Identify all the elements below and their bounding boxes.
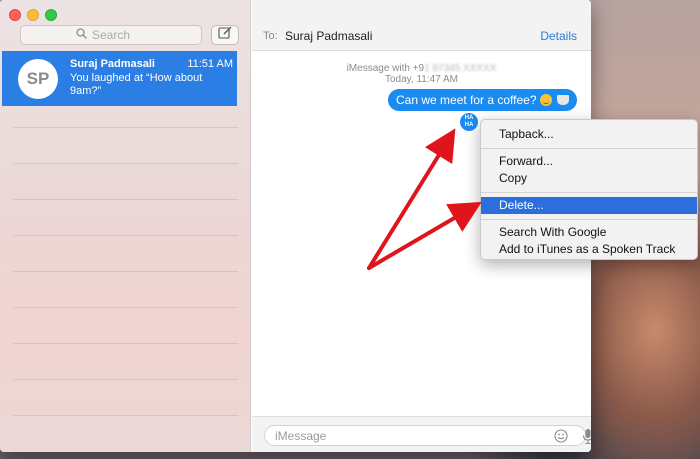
menu-item-add-itunes[interactable]: Add to iTunes as a Spoken Track — [481, 241, 697, 258]
composer-bar — [252, 416, 591, 452]
menu-separator — [481, 219, 697, 220]
menu-item-search-google[interactable]: Search With Google — [481, 224, 697, 241]
maximize-window-button[interactable] — [45, 9, 57, 21]
emoji-icon[interactable] — [554, 429, 568, 443]
search-input[interactable] — [92, 28, 146, 42]
message-timestamp: Today, 11:47 AM — [384, 74, 458, 85]
recipient-name[interactable]: Suraj Padmasali — [285, 29, 372, 43]
conversation-preview: You laughed at “How about 9am?” — [70, 72, 203, 97]
list-divider — [13, 271, 238, 272]
service-prefix: iMessage with +9 — [346, 63, 425, 74]
coffee-cup-icon — [556, 95, 569, 105]
conversation-item[interactable]: SP Suraj Padmasali 11:51 AM You laughed … — [2, 51, 237, 106]
tapback-line: HA — [464, 115, 474, 121]
grinning-face-icon — [539, 94, 552, 106]
conversation-name: Suraj Padmasali — [70, 58, 155, 70]
message-input[interactable] — [275, 428, 525, 444]
list-divider — [13, 343, 238, 344]
tapback-haha-badge[interactable]: HA HA — [458, 111, 480, 133]
menu-item-forward[interactable]: Forward... — [481, 153, 697, 170]
search-box[interactable] — [20, 25, 202, 45]
conversation-header: To: Suraj Padmasali Details — [252, 0, 591, 51]
menu-item-copy[interactable]: Copy — [481, 170, 697, 187]
list-divider — [13, 379, 238, 380]
list-divider — [13, 415, 238, 416]
list-divider — [13, 235, 238, 236]
avatar: SP — [18, 59, 58, 99]
message-text: Can we meet for a coffee? — [396, 93, 537, 107]
menu-separator — [481, 148, 697, 149]
search-icon — [76, 26, 87, 44]
minimize-window-button[interactable] — [27, 9, 39, 21]
menu-item-delete[interactable]: Delete... — [481, 197, 697, 214]
message-field[interactable] — [264, 425, 591, 446]
microphone-icon[interactable] — [582, 428, 591, 445]
service-number-redacted: 1 87345 XXXXX — [424, 63, 497, 74]
message-bubble[interactable]: Can we meet for a coffee? — [388, 89, 577, 111]
compose-icon — [218, 26, 232, 44]
details-button[interactable]: Details — [540, 29, 577, 43]
context-menu: Tapback... Forward... Copy Delete... Sea… — [480, 119, 698, 260]
sidebar: SP Suraj Padmasali 11:51 AM You laughed … — [0, 0, 251, 452]
tapback-text: HA HA — [465, 115, 474, 129]
menu-separator — [481, 192, 697, 193]
tapback-line: HA — [464, 122, 474, 128]
menu-item-tapback[interactable]: Tapback... — [481, 126, 697, 143]
list-divider — [13, 127, 238, 128]
list-divider — [13, 163, 238, 164]
conversation-time: 11:51 AM — [187, 58, 233, 70]
compose-button[interactable] — [211, 25, 239, 45]
service-info: iMessage with +91 87345 XXXXX — [252, 63, 591, 74]
close-window-button[interactable] — [9, 9, 21, 21]
list-divider — [13, 307, 238, 308]
to-label: To: — [263, 30, 278, 42]
list-divider — [13, 199, 238, 200]
